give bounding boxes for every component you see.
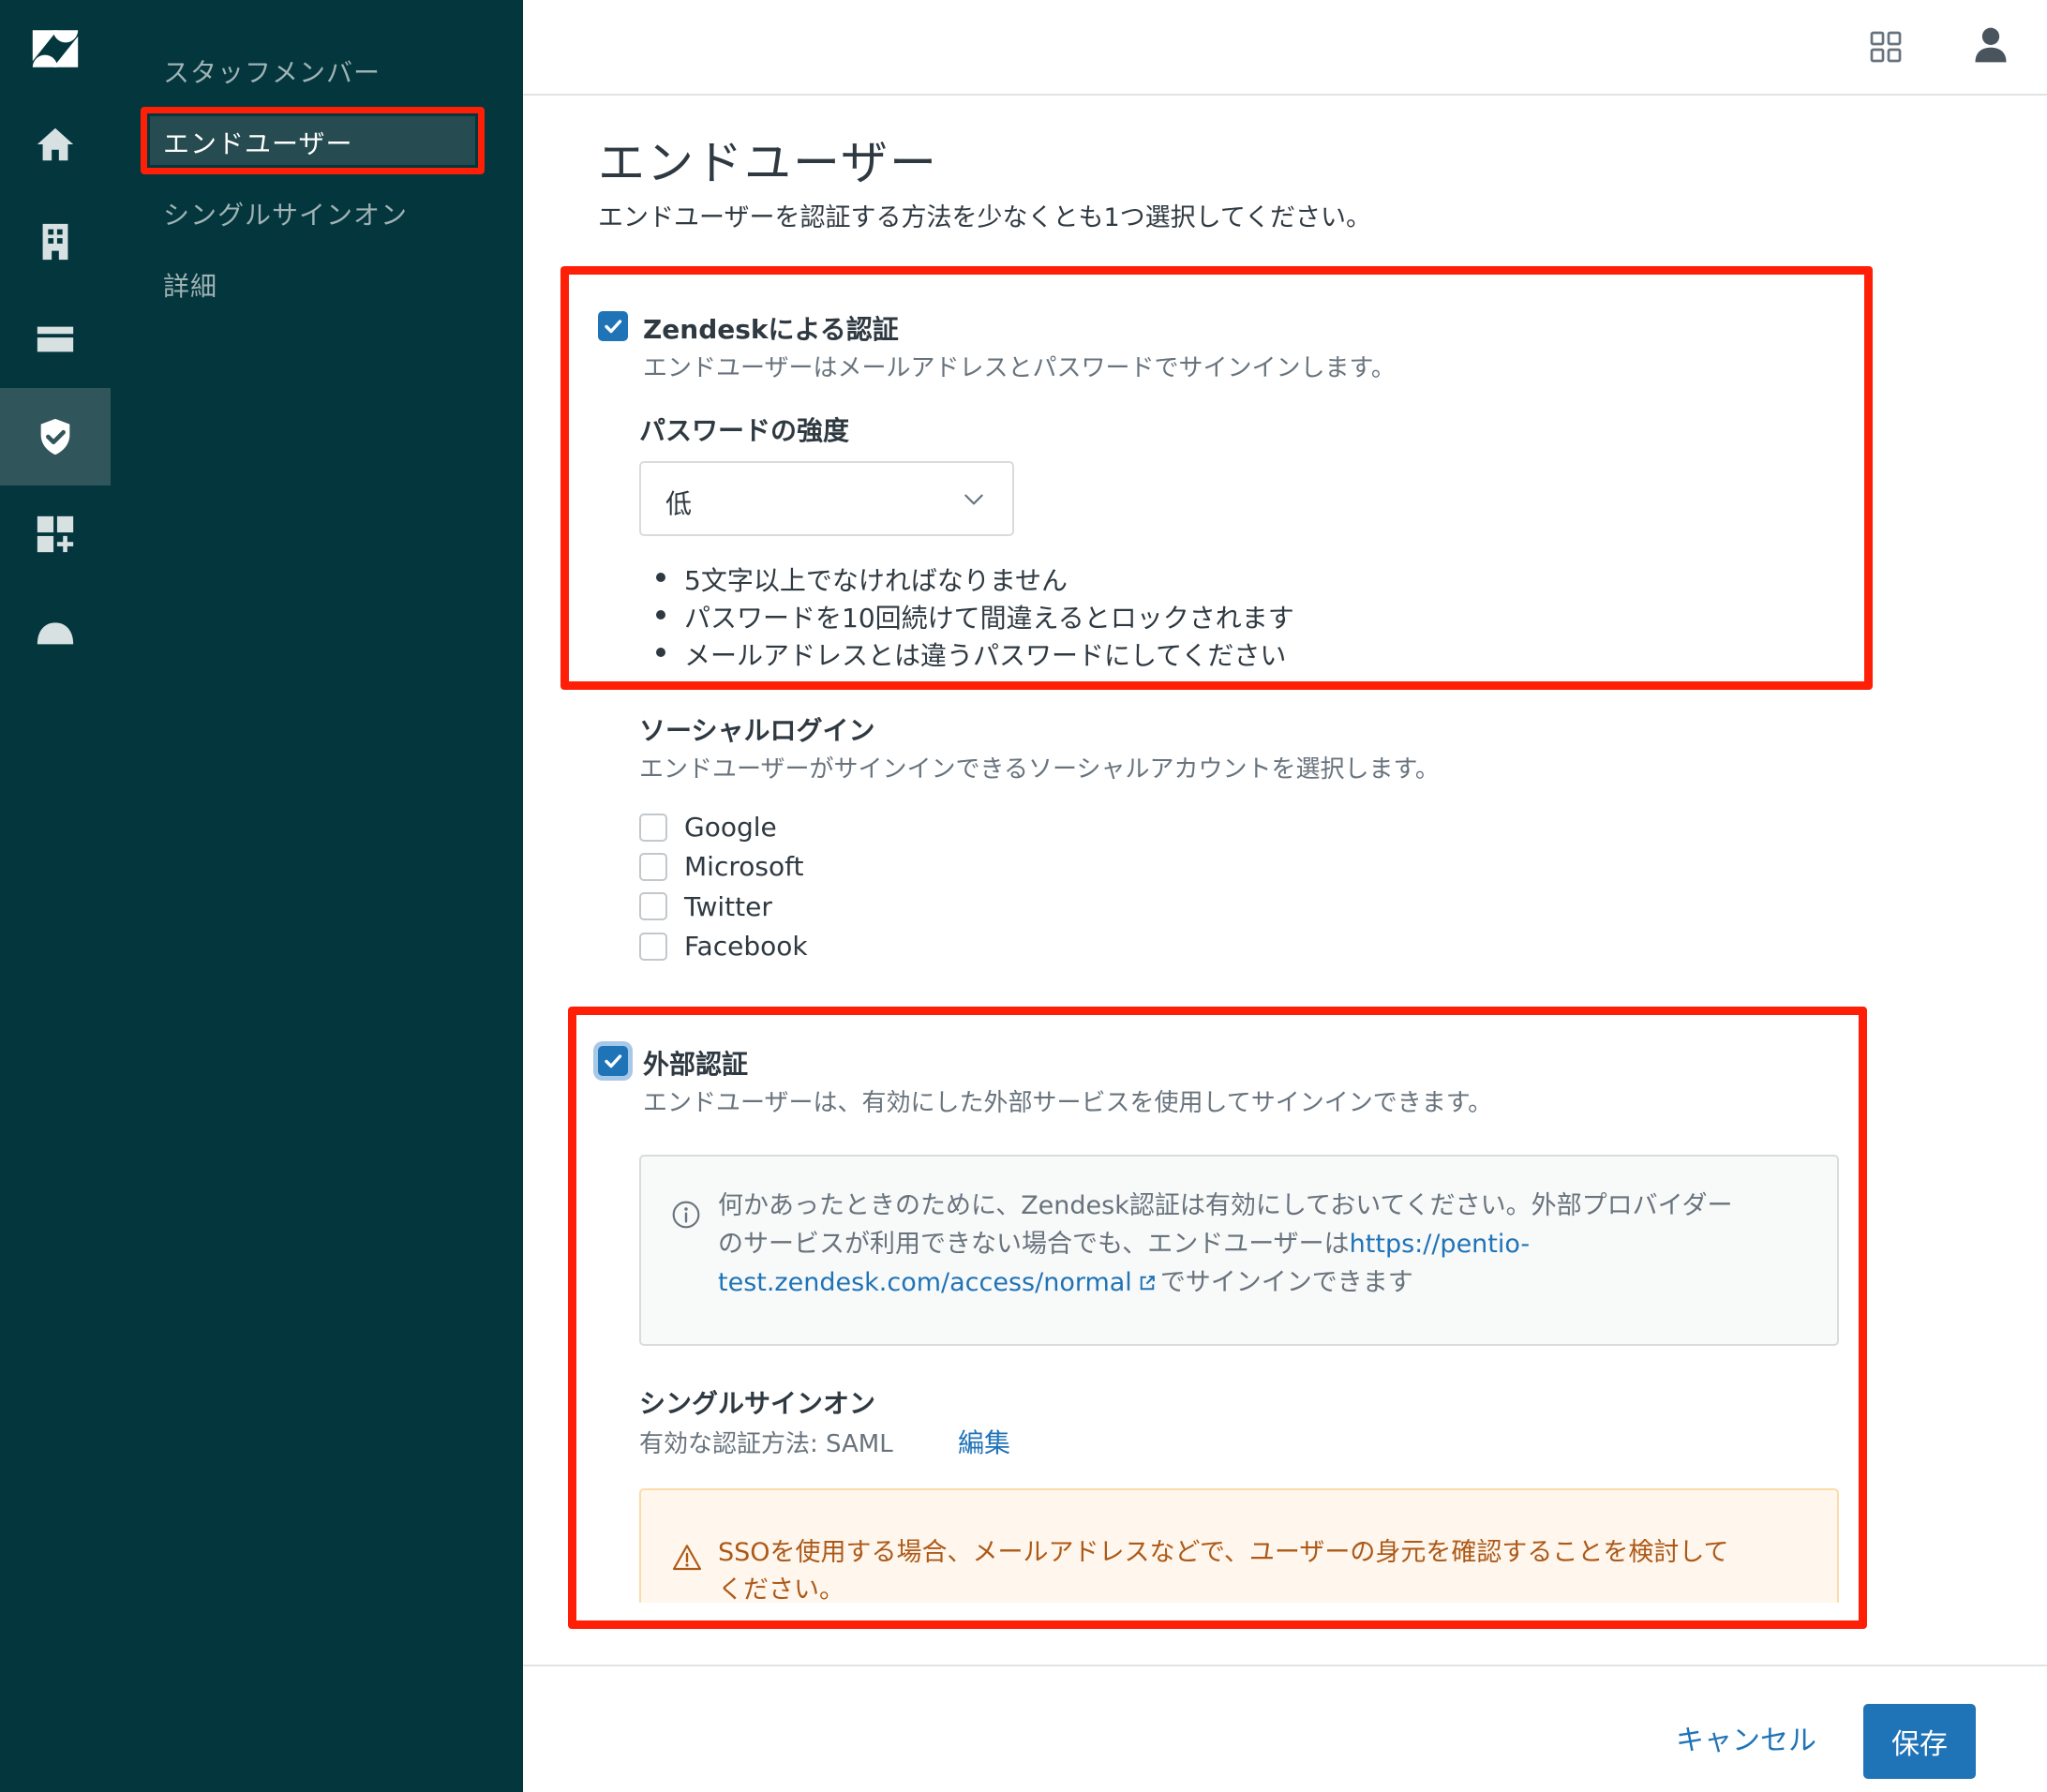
sso-label: シングルサインオン <box>639 1388 876 1419</box>
info-text-suffix: でサインインできます <box>1159 1268 1413 1297</box>
subnav-item-sso[interactable]: シングルサインオン <box>163 195 408 232</box>
password-strength-value: 低 <box>665 488 693 519</box>
google-checkbox[interactable] <box>639 814 667 842</box>
subnav-item-details[interactable]: 詳細 <box>163 266 217 304</box>
external-auth-checkbox[interactable] <box>598 1046 628 1076</box>
access-normal-link[interactable]: https://pentio- <box>1350 1230 1531 1259</box>
warning-text-line-2: ください。 <box>718 1575 844 1603</box>
icon-rail <box>0 0 111 1792</box>
password-strength-select[interactable]: 低 <box>639 461 1014 536</box>
social-login-hint: エンドユーザーがサインインできるソーシャルアカウントを選択します。 <box>639 755 1440 784</box>
password-rule-item: 5文字以上でなければなりません <box>684 565 1068 596</box>
subnav-item-staff[interactable]: スタッフメンバー <box>163 52 381 90</box>
warning-alert: SSOを使用する場合、メールアドレスなどで、ユーザーの身元を確認することを検討し… <box>639 1488 1839 1603</box>
page-title: エンドユーザー <box>598 136 938 190</box>
access-normal-link-continued[interactable]: test.zendesk.com/access/normal <box>718 1268 1132 1297</box>
cancel-button[interactable]: キャンセル <box>1663 1704 1830 1779</box>
bullet-dot <box>656 610 665 620</box>
check-icon <box>605 1054 622 1068</box>
sso-method: 有効な認証方法: SAML <box>639 1430 893 1458</box>
bullet-dot <box>656 648 665 657</box>
info-icon <box>672 1201 700 1229</box>
subnav-item-end-users[interactable]: エンドユーザー <box>163 124 352 161</box>
warning-triangle-icon <box>672 1545 702 1571</box>
footer-bar: キャンセル 保存 <box>523 1665 2047 1792</box>
grid-icon[interactable] <box>1869 30 1903 64</box>
home-icon[interactable] <box>0 96 111 193</box>
page-subtitle: エンドユーザーを認証する方法を少なくとも1つ選択してください。 <box>598 203 1372 232</box>
zendesk-auth-hint: エンドユーザーはメールアドレスとパスワードでサインインします。 <box>643 354 1396 382</box>
chevron-down-icon <box>964 494 983 505</box>
password-rule-item: メールアドレスとは違うパスワードにしてください <box>684 640 1287 671</box>
facebook-checkbox[interactable] <box>639 933 667 961</box>
info-text-line-2: のサービスが利用できない場合でも、エンドユーザーはhttps://pentio- <box>718 1223 1530 1260</box>
password-rule-item: パスワードを10回続けて間違えるとロックされます <box>684 603 1294 634</box>
info-text-line-1: 何かあったときのために、Zendesk認証は有効にしておいてください。外部プロバ… <box>718 1191 1733 1220</box>
user-icon[interactable] <box>1970 24 2011 66</box>
building-icon[interactable] <box>0 193 111 291</box>
settings-subnav: スタッフメンバー エンドユーザー シングルサインオン 詳細 <box>111 0 523 1792</box>
google-label[interactable]: Google <box>684 812 777 843</box>
credit-card-icon[interactable] <box>0 291 111 388</box>
sso-edit-link[interactable]: 編集 <box>958 1423 1010 1460</box>
bullet-dot <box>656 573 665 582</box>
social-login-label: ソーシャルログイン <box>639 715 875 746</box>
info-text-prefix: のサービスが利用できない場合でも、エンドユーザーは <box>718 1230 1350 1259</box>
info-text-line-3: test.zendesk.com/access/normal でサインインできます <box>718 1262 1413 1298</box>
facebook-label[interactable]: Facebook <box>684 931 808 962</box>
top-header <box>523 0 2047 96</box>
zendesk-auth-label[interactable]: Zendeskによる認証 <box>643 309 899 347</box>
apps-add-icon[interactable] <box>0 485 111 583</box>
cloud-icon[interactable] <box>0 583 111 680</box>
info-alert: 何かあったときのために、Zendesk認証は有効にしておいてください。外部プロバ… <box>639 1155 1839 1346</box>
password-strength-label: パスワードの強度 <box>639 415 850 446</box>
external-auth-label[interactable]: 外部認証 <box>643 1044 748 1082</box>
warning-text-line-1: SSOを使用する場合、メールアドレスなどで、ユーザーの身元を確認することを検討し… <box>718 1538 1729 1567</box>
zendesk-logo-icon[interactable] <box>0 0 111 97</box>
microsoft-label[interactable]: Microsoft <box>684 851 803 882</box>
twitter-label[interactable]: Twitter <box>684 891 772 922</box>
microsoft-checkbox[interactable] <box>639 853 667 881</box>
external-auth-hint: エンドユーザーは、有効にした外部サービスを使用してサインインできます。 <box>643 1089 1493 1117</box>
shield-check-icon[interactable] <box>0 388 111 485</box>
external-link-icon[interactable] <box>1138 1274 1157 1292</box>
check-icon <box>605 320 622 334</box>
zendesk-auth-checkbox[interactable] <box>598 311 628 341</box>
twitter-checkbox[interactable] <box>639 892 667 920</box>
save-button[interactable]: 保存 <box>1863 1704 1976 1779</box>
